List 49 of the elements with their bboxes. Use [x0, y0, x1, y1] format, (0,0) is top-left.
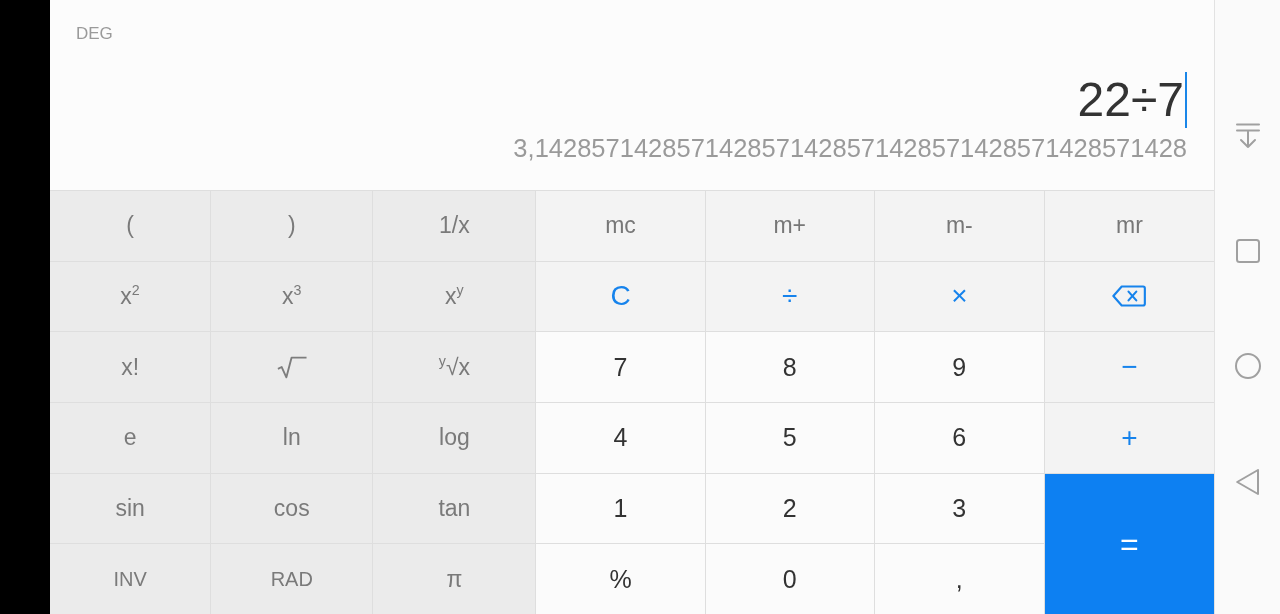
back-icon[interactable] [1236, 469, 1259, 495]
expression-field[interactable]: 22÷7 [1077, 72, 1187, 128]
operator-key[interactable]: − [1044, 332, 1214, 402]
function-key[interactable]: $^{y}$√x [373, 332, 536, 402]
mode-key[interactable]: RAD [211, 544, 373, 614]
digit-key[interactable]: , [874, 544, 1044, 614]
function-key[interactable]: x$^{y}$ [373, 261, 536, 332]
function-key[interactable]: x! [50, 332, 211, 402]
digit-key[interactable]: 7 [536, 332, 705, 402]
function-key[interactable]: e [50, 403, 211, 473]
function-key[interactable]: tan [373, 473, 536, 544]
digit-key[interactable]: 5 [705, 403, 874, 473]
digit-key[interactable]: 0 [705, 544, 874, 614]
memory-key[interactable]: m- [874, 191, 1044, 261]
function-key[interactable]: ln [211, 403, 373, 473]
function-key[interactable]: x$^{3}$ [211, 261, 373, 332]
operator-key[interactable]: + [1044, 403, 1214, 473]
mode-key[interactable]: INV [50, 544, 211, 614]
digit-key[interactable]: 9 [874, 332, 1044, 402]
function-key[interactable]: ) [211, 191, 373, 261]
operator-key[interactable]: × [874, 261, 1044, 332]
memory-key[interactable]: mr [1044, 191, 1214, 261]
digit-key[interactable]: 8 [705, 332, 874, 402]
function-key[interactable]: ( [50, 191, 211, 261]
backspace-icon [1112, 285, 1147, 308]
digit-key[interactable]: 4 [536, 403, 705, 473]
memory-key[interactable]: mc [536, 191, 705, 261]
operator-key[interactable]: C [536, 261, 705, 332]
operator-key[interactable]: ÷ [705, 261, 874, 332]
recent-apps-icon[interactable] [1235, 239, 1260, 263]
function-key[interactable]: cos [211, 473, 373, 544]
digit-key[interactable]: 1 [536, 473, 705, 544]
function-key[interactable]: x$^{2}$ [50, 261, 211, 332]
digit-key[interactable]: 3 [874, 473, 1044, 544]
function-key[interactable]: sin [50, 473, 211, 544]
home-icon[interactable] [1234, 353, 1261, 379]
function-key[interactable]: π [373, 544, 536, 614]
result-text: 3,1428571428571428571428571428571428571428571428 [513, 133, 1187, 163]
digit-key[interactable]: 2 [705, 473, 874, 544]
digit-key[interactable]: 6 [874, 403, 1044, 473]
memory-key[interactable]: m+ [705, 191, 874, 261]
equals-key[interactable]: = [1044, 473, 1214, 614]
function-key[interactable]: log [373, 403, 536, 473]
pull-down-icon[interactable] [1235, 123, 1260, 149]
function-key[interactable]: 1/x [373, 191, 536, 261]
digit-key[interactable]: % [536, 544, 705, 614]
angle-unit-label: DEG [76, 24, 113, 44]
backspace-key[interactable] [1044, 261, 1214, 332]
square-root-icon [276, 355, 307, 379]
